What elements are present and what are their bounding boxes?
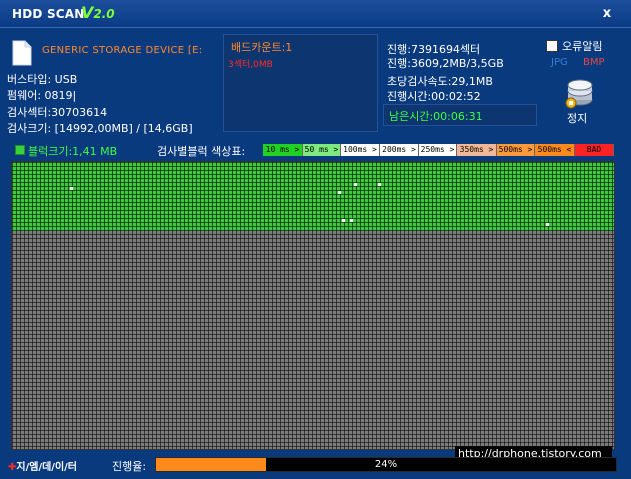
progress-label: 진행율: bbox=[112, 460, 147, 473]
slow-block-marker bbox=[342, 219, 345, 222]
legend-chip: 200ms > bbox=[380, 144, 419, 156]
remaining-time: 남은시간:00:06:31 bbox=[389, 110, 483, 123]
close-button[interactable]: x bbox=[598, 6, 616, 22]
block-size-swatch bbox=[15, 145, 25, 155]
slow-block-marker bbox=[378, 183, 381, 186]
database-stop-icon bbox=[565, 79, 593, 109]
app-name: HDD SCAN bbox=[12, 7, 85, 21]
device-name: GENERIC STORAGE DEVICE [E: bbox=[42, 45, 203, 56]
legend-chip: 50 ms > bbox=[303, 144, 341, 156]
app-version: V2.0 bbox=[81, 3, 115, 22]
format-jpg-option[interactable]: JPG bbox=[551, 57, 568, 68]
legend-chip: 350ms > bbox=[457, 144, 497, 156]
title-bar: HDD SCAN V2.0 x bbox=[0, 0, 631, 28]
bad-count: 배드카운트:1 bbox=[231, 41, 293, 54]
remaining-time-box: 남은시간:00:06:31 bbox=[383, 104, 537, 126]
progress-bar: 24% bbox=[155, 457, 617, 472]
legend-chip: 10 ms > bbox=[263, 144, 303, 156]
legend-chip: 250ms > bbox=[419, 144, 457, 156]
latency-legend: 10 ms >50 ms >100ms >200ms >250ms >350ms… bbox=[263, 144, 614, 156]
bus-type: 버스타입: USB bbox=[7, 73, 78, 86]
slow-block-marker bbox=[338, 191, 341, 194]
scan-grid-lines bbox=[12, 162, 614, 449]
scan-size: 검사크기: [14992,00MB] / [14,6GB] bbox=[7, 122, 193, 135]
version-number: 2.0 bbox=[93, 7, 115, 21]
version-prefix: V bbox=[81, 3, 94, 22]
brand-label: ✚지/엠/데/이/터 bbox=[8, 458, 77, 473]
progress-size: 진행:3609,2MB/3,5GB bbox=[387, 57, 504, 70]
stop-label: 정지 bbox=[567, 112, 588, 125]
file-icon bbox=[12, 40, 32, 66]
bad-size: 3섹터,0MB bbox=[228, 60, 273, 70]
stop-button[interactable]: 정지 bbox=[560, 76, 600, 126]
error-alarm-checkbox[interactable] bbox=[546, 40, 558, 52]
firmware: 펌웨어: 0819| bbox=[7, 89, 77, 102]
total-sectors: 검사섹터:30703614 bbox=[7, 106, 108, 119]
bad-sector-panel: 배드카운트:1 3섹터,0MB bbox=[223, 34, 378, 132]
brand-text: 지/엠/데/이/터 bbox=[16, 462, 77, 473]
slow-block-marker bbox=[354, 183, 357, 186]
legend-title: 검사별블럭 색상표: bbox=[157, 145, 246, 158]
legend-chip: 100ms > bbox=[341, 144, 380, 156]
slow-block-marker bbox=[546, 223, 549, 226]
slow-block-marker bbox=[350, 219, 353, 222]
block-size: 블럭크기:1,41 MB bbox=[28, 145, 118, 158]
legend-chip: BAD bbox=[575, 144, 614, 156]
slow-block-marker bbox=[70, 187, 73, 190]
legend-chip: 500ms > bbox=[497, 144, 535, 156]
error-alarm-toggle[interactable]: 오류알림 bbox=[546, 38, 602, 54]
error-alarm-label: 오류알림 bbox=[562, 40, 603, 53]
elapsed-time: 진행시간:00:02:52 bbox=[387, 90, 481, 103]
format-bmp-option[interactable]: BMP bbox=[583, 57, 605, 68]
scan-grid bbox=[11, 161, 615, 450]
scan-speed: 초당검사속도:29,1MB bbox=[387, 75, 493, 88]
progress-text: 24% bbox=[374, 459, 398, 470]
legend-chip: 500ms < bbox=[535, 144, 575, 156]
